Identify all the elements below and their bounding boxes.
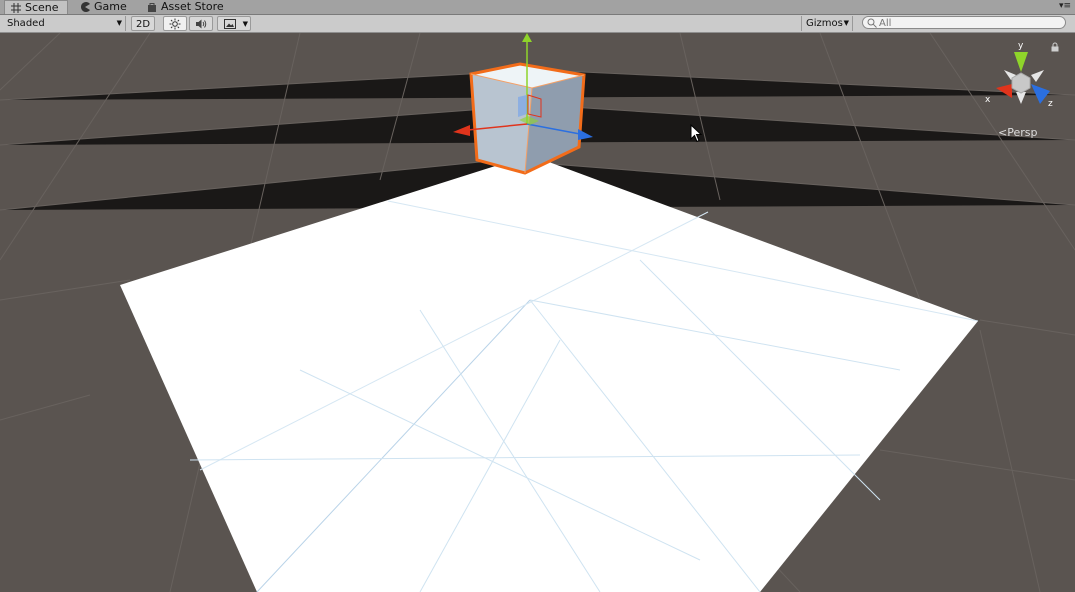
pacman-icon [81,2,90,12]
perspective-icon: < [998,126,1008,139]
shopping-bag-icon [148,3,156,12]
tab-asset-store[interactable]: Asset Store [141,0,233,14]
tab-label: Asset Store [161,0,224,13]
y-axis-label: y [1018,41,1024,51]
projection-label: Persp [1007,126,1038,139]
search-placeholder: All [879,18,892,29]
gizmos-dropdown[interactable]: Gizmos ▼ [801,16,853,31]
speaker-icon [195,19,206,29]
tab-label: Scene [25,0,59,14]
tab-game[interactable]: Game [74,0,134,14]
sun-icon [169,18,181,30]
effects-dropdown-button[interactable]: ▼ [217,16,251,31]
dropdown-arrow-icon: ▼ [116,19,122,27]
xy-plane-handle[interactable] [518,95,527,117]
lighting-toggle-button[interactable] [163,16,187,31]
audio-toggle-button[interactable] [189,16,213,31]
window-tab-bar: Scene Game Asset Store ▾≡ [0,0,1075,15]
lock-icon[interactable] [1050,42,1060,52]
2d-label: 2D [135,19,151,30]
dropdown-arrow-icon: ▼ [242,20,248,28]
projection-toggle[interactable]: <Persp [998,126,1037,139]
2d-toggle-button[interactable]: 2D [131,16,155,31]
gizmos-label: Gizmos [806,18,843,29]
tab-scene[interactable]: Scene [4,0,68,14]
draw-mode-value: Shaded [7,18,45,29]
scene-viewport[interactable]: y x z [0,33,1075,592]
mouse-cursor-icon [690,124,703,143]
tab-menu-icon[interactable]: ▾≡ [1059,1,1071,11]
grid-icon [11,2,21,13]
center-cube[interactable] [1011,72,1031,94]
tab-label: Game [94,0,127,13]
x-axis-label: x [985,95,991,105]
z-axis-label: z [1048,99,1053,109]
image-icon [224,19,236,29]
draw-mode-dropdown[interactable]: Shaded ▼ [7,16,126,31]
search-input[interactable]: All [862,16,1066,29]
dropdown-arrow-icon: ▼ [843,19,849,27]
search-icon [867,18,877,28]
